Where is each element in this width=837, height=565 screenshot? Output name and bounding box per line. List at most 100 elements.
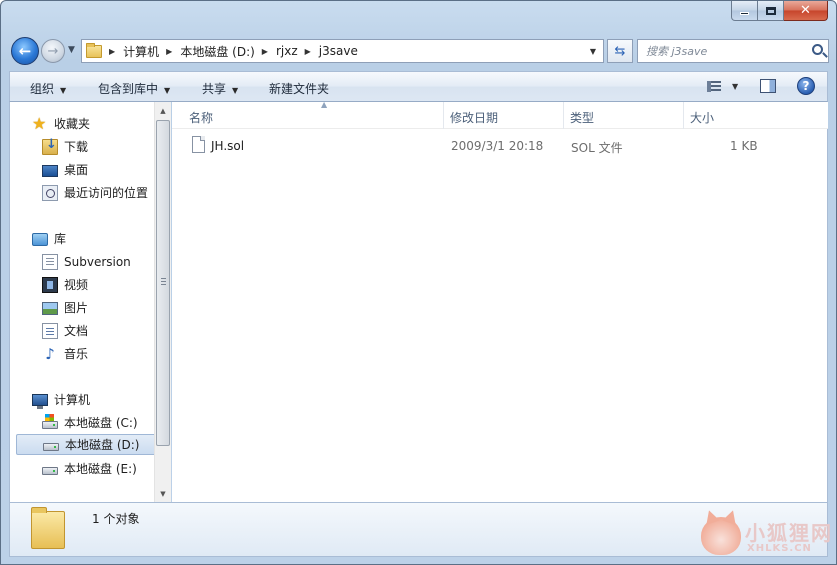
file-size: 1 KB [730, 139, 758, 153]
refresh-button[interactable]: ⇆ [607, 39, 633, 63]
column-header-label: 大小 [690, 111, 715, 125]
drive-icon [42, 467, 58, 475]
sidebar-item-label: 本地磁盘 (D:) [65, 438, 140, 452]
scrollbar-thumb[interactable] [156, 120, 170, 446]
folder-icon [86, 42, 102, 58]
recent-pages-dropdown[interactable]: ▼ [68, 45, 78, 57]
sidebar-item-label: 最近访问的位置 [64, 186, 149, 200]
chevron-right-icon[interactable]: ▶ [109, 47, 115, 56]
chevron-down-icon: ▼ [232, 86, 239, 95]
minimize-icon [740, 12, 749, 15]
file-name: JH.sol [211, 139, 245, 153]
column-header-size[interactable]: 大小 [684, 102, 764, 129]
grip-icon [161, 278, 166, 285]
column-header-type[interactable]: 类型 [564, 102, 684, 129]
explorer-window: ✕ ← → ▼ ▶ 计算机 ▶ 本地磁盘 (D:) ▶ rjxz ▶ j3sav… [0, 0, 837, 565]
watermark: 小狐狸网 XHLKS.CN [701, 515, 831, 559]
column-header-label: 类型 [570, 111, 595, 125]
minimize-button[interactable] [731, 1, 758, 21]
breadcrumb-computer[interactable]: 计算机 [123, 43, 159, 60]
desktop-icon [42, 164, 58, 177]
drive-icon [43, 443, 59, 451]
command-bar: 组织 ▼ 包含到库中 ▼ 共享 ▼ 新建文件夹 ▼ ? [9, 71, 828, 102]
new-folder-label: 新建文件夹 [269, 82, 330, 96]
close-icon: ✕ [800, 3, 811, 18]
scroll-down-arrow-icon[interactable]: ▼ [155, 485, 171, 502]
organize-label: 组织 [30, 82, 55, 96]
file-icon [192, 136, 205, 153]
column-header-date-modified[interactable]: 修改日期 [444, 102, 564, 129]
navigation-pane: ★ 收藏夹 下载 桌面 最近访问的位置 库 Subversion 视频 [9, 102, 171, 502]
chevron-down-icon: ▼ [60, 86, 67, 95]
search-box[interactable] [637, 39, 829, 63]
system-drive-icon [42, 414, 58, 429]
sidebar-item-drive-d[interactable]: 本地磁盘 (D:) [16, 434, 156, 455]
breadcrumb-rjxz[interactable]: rjxz [276, 44, 298, 58]
sidebar-item-label: 桌面 [64, 163, 89, 177]
share-button[interactable]: 共享 ▼ [202, 80, 238, 97]
new-folder-button[interactable]: 新建文件夹 [269, 80, 329, 97]
breadcrumb-j3save[interactable]: j3save [319, 44, 358, 58]
help-icon[interactable]: ? [797, 77, 815, 95]
maximize-icon [765, 6, 776, 15]
share-label: 共享 [202, 82, 227, 96]
file-type: SOL 文件 [571, 141, 623, 155]
chevron-right-icon[interactable]: ▶ [262, 47, 268, 56]
music-note-icon: ♪ [45, 344, 55, 363]
scroll-up-arrow-icon[interactable]: ▲ [155, 102, 171, 119]
sidebar-item-label: Subversion [64, 254, 131, 269]
document-icon [42, 322, 58, 339]
address-dropdown-button[interactable]: ▼ [583, 40, 603, 62]
include-in-library-label: 包含到库中 [98, 82, 159, 96]
sort-ascending-icon: ▲ [321, 100, 328, 109]
change-view-icon[interactable] [707, 81, 721, 92]
sidebar-item-label: 视频 [64, 278, 89, 292]
watermark-title: 小狐狸网 [745, 521, 833, 545]
computer-icon [32, 394, 48, 409]
library-icon [32, 233, 48, 246]
chevron-right-icon[interactable]: ▶ [305, 47, 311, 56]
recent-places-icon [42, 184, 58, 201]
star-icon: ★ [32, 113, 47, 133]
table-row[interactable]: JH.sol 2009/3/1 20:18 SOL 文件 1 KB [180, 135, 820, 157]
navigation-bar: ← → ▼ ▶ 计算机 ▶ 本地磁盘 (D:) ▶ rjxz ▶ j3save … [11, 35, 831, 67]
document-library-icon [42, 253, 58, 270]
column-header-row: 名称 ▲ 修改日期 类型 大小 [172, 100, 828, 129]
column-header-label: 名称 [189, 111, 214, 125]
sidebar-item-label: 文档 [64, 324, 89, 338]
watermark-subtitle: XHLKS.CN [747, 543, 812, 554]
preview-pane-icon[interactable] [760, 79, 776, 93]
sidebar-item-label: 本地磁盘 (C:) [64, 416, 138, 430]
forward-arrow-icon: → [47, 43, 59, 59]
item-count: 1 个对象 [92, 512, 140, 526]
breadcrumb-drive-d[interactable]: 本地磁盘 (D:) [180, 43, 254, 60]
search-input[interactable] [646, 44, 806, 58]
refresh-icon: ⇆ [614, 43, 626, 59]
sidebar-item-label: 库 [54, 232, 67, 246]
navigation-scrollbar[interactable]: ▲ ▼ [154, 102, 171, 502]
video-icon [42, 276, 58, 293]
sidebar-item-label: 计算机 [54, 393, 91, 407]
forward-button[interactable]: → [41, 39, 65, 63]
sidebar-item-label: 本地磁盘 (E:) [64, 462, 137, 476]
chevron-down-icon: ▼ [164, 86, 171, 95]
close-button[interactable]: ✕ [784, 1, 828, 21]
view-options-dropdown[interactable]: ▼ [732, 82, 738, 91]
include-in-library-button[interactable]: 包含到库中 ▼ [98, 80, 170, 97]
fox-logo-icon [701, 517, 741, 555]
picture-icon [42, 302, 58, 315]
caption-buttons: ✕ [731, 1, 828, 23]
downloads-icon [42, 137, 58, 155]
file-date-modified: 2009/3/1 20:18 [451, 139, 544, 153]
organize-button[interactable]: 组织 ▼ [30, 80, 66, 97]
sidebar-item-label: 音乐 [64, 347, 89, 361]
back-button[interactable]: ← [11, 37, 39, 65]
file-list: 名称 ▲ 修改日期 类型 大小 JH.sol 2009/3/1 20:18 SO… [172, 100, 828, 502]
maximize-button[interactable] [758, 1, 784, 21]
address-bar[interactable]: ▶ 计算机 ▶ 本地磁盘 (D:) ▶ rjxz ▶ j3save ▼ [81, 39, 604, 63]
column-header-name[interactable]: 名称 ▲ [183, 100, 444, 129]
search-icon[interactable] [812, 44, 823, 55]
chevron-right-icon[interactable]: ▶ [166, 47, 172, 56]
sidebar-item-label: 收藏夹 [54, 117, 91, 131]
back-arrow-icon: ← [18, 42, 32, 60]
